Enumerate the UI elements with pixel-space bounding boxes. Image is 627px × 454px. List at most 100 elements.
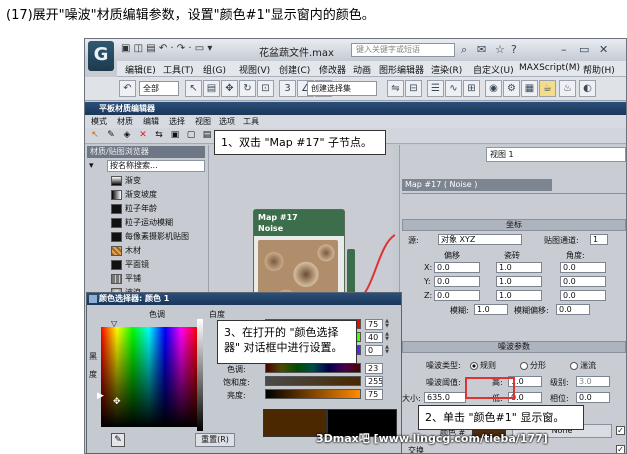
angle-z-input[interactable]: 0.0 xyxy=(560,290,606,301)
hue-input[interactable]: 23 xyxy=(365,363,383,374)
blue-spinner-icon[interactable]: ▲ ▼ xyxy=(384,345,390,356)
app-logo[interactable]: G xyxy=(88,41,114,71)
offset-y-input[interactable]: 0.0 xyxy=(434,276,480,287)
source-dropdown[interactable]: 对象 XYZ xyxy=(438,234,522,245)
coordinates-rollout-header[interactable]: 坐标 xyxy=(402,219,626,231)
noise-type-fractal[interactable]: 分形 xyxy=(520,360,546,371)
color2-map-checkbox[interactable]: ✓ xyxy=(616,445,625,453)
sme-menu-utilities[interactable]: 工具 xyxy=(243,116,259,127)
map-name-field[interactable]: Map #17 ( Noise ) xyxy=(402,179,552,191)
color1-map-checkbox[interactable]: ✓ xyxy=(616,426,625,435)
layout-icon[interactable]: ▤ xyxy=(201,129,213,142)
minimize-icon[interactable]: – xyxy=(561,43,567,56)
noise-params-rollout-header[interactable]: 噪波参数 xyxy=(402,341,626,353)
map-item-particle-mblur[interactable]: 粒子运动模糊 xyxy=(111,217,173,229)
schematic-view-icon[interactable]: ⊞ xyxy=(463,80,480,97)
show-map-icon[interactable]: ▢ xyxy=(185,129,197,142)
render-setup-icon[interactable]: ⚙ xyxy=(503,80,520,97)
snap-toggle-icon[interactable]: 3 xyxy=(279,80,296,97)
blur-offset-input[interactable]: 0.0 xyxy=(556,304,590,315)
value-input[interactable]: 75 xyxy=(365,389,383,400)
align-icon[interactable]: ⊟ xyxy=(405,80,422,97)
tiling-y-input[interactable]: 1.0 xyxy=(496,276,542,287)
reset-button[interactable]: 重置(R) xyxy=(195,433,235,447)
browser-search-input[interactable]: 按名称搜索... xyxy=(107,160,205,172)
offset-x-input[interactable]: 0.0 xyxy=(434,262,480,273)
menu-customize[interactable]: 自定义(U) xyxy=(473,63,514,76)
active-shade-icon[interactable]: ◐ xyxy=(579,80,596,97)
map-channel-input[interactable]: 1 xyxy=(590,234,608,245)
move-icon[interactable]: ✥ xyxy=(221,80,238,97)
tiling-x-input[interactable]: 1.0 xyxy=(496,262,542,273)
selection-filter-dropdown[interactable]: 全部 xyxy=(139,81,179,96)
scale-icon[interactable]: ⊡ xyxy=(257,80,274,97)
phase-input[interactable]: 0.0 xyxy=(576,392,610,403)
blur-input[interactable]: 1.0 xyxy=(474,304,508,315)
view-dropdown[interactable]: 视图 1 xyxy=(486,147,626,162)
mirror-icon[interactable]: ⇋ xyxy=(387,80,404,97)
sme-menu-select[interactable]: 选择 xyxy=(169,116,185,127)
named-selection-set-dropdown[interactable]: 创建选择集 xyxy=(307,81,377,96)
hue-bar[interactable] xyxy=(265,363,361,373)
help-icon[interactable]: ? xyxy=(511,43,517,56)
menu-group[interactable]: 组(G) xyxy=(203,63,226,76)
hue-saturation-field[interactable] xyxy=(101,327,197,427)
map-item-gradient[interactable]: 渐变 xyxy=(111,175,141,187)
map-item-camera-map[interactable]: 每像素摄影机贴图 xyxy=(111,231,189,243)
rotate-icon[interactable]: ↻ xyxy=(239,80,256,97)
whiteness-bar[interactable] xyxy=(197,319,203,431)
delete-icon[interactable]: ✕ xyxy=(137,129,149,142)
swap-button[interactable]: 交换 xyxy=(408,445,424,453)
size-input[interactable]: 635.0 xyxy=(424,392,466,403)
move-children-icon[interactable]: ⇆ xyxy=(153,129,165,142)
menu-rendering[interactable]: 渲染(R) xyxy=(431,63,462,76)
angle-x-input[interactable]: 0.0 xyxy=(560,262,606,273)
sme-menu-edit[interactable]: 编辑 xyxy=(143,116,159,127)
curve-editor-icon[interactable]: ∿ xyxy=(445,80,462,97)
tiling-z-input[interactable]: 1.0 xyxy=(496,290,542,301)
select-object-icon[interactable]: ↖ xyxy=(185,80,202,97)
communication-icon[interactable]: ✉ xyxy=(477,43,486,56)
green-spinner-icon[interactable]: ▲ ▼ xyxy=(384,332,390,343)
levels-input[interactable]: 3.0 xyxy=(576,376,610,387)
sme-menu-view[interactable]: 视图 xyxy=(195,116,211,127)
pick-material-icon[interactable]: ↖ xyxy=(89,129,101,142)
help-search-input[interactable]: 键入关键字或短语 xyxy=(351,43,455,57)
hide-unused-icon[interactable]: ▣ xyxy=(169,129,181,142)
eyedropper-icon[interactable]: ✎ xyxy=(111,433,125,447)
map-item-wood[interactable]: 木材 xyxy=(111,245,141,257)
value-bar[interactable] xyxy=(265,389,361,399)
menu-maxscript[interactable]: MAXScript(M) xyxy=(519,63,580,73)
red-spinner-icon[interactable]: ▲ ▼ xyxy=(384,319,390,330)
layer-manager-icon[interactable]: ☰ xyxy=(427,80,444,97)
search-icon[interactable]: ⌕ xyxy=(461,43,467,57)
noise-type-regular[interactable]: 规则 xyxy=(470,360,496,371)
sme-menu-modes[interactable]: 模式 xyxy=(91,116,107,127)
eyedropper-icon[interactable]: ✎ xyxy=(105,129,117,142)
menu-modifiers[interactable]: 修改器 xyxy=(319,63,346,76)
menu-help[interactable]: 帮助(H) xyxy=(583,63,615,76)
offset-z-input[interactable]: 0.0 xyxy=(434,290,480,301)
map-item-gradient-ramp[interactable]: 渐变坡度 xyxy=(111,189,157,201)
saturation-bar[interactable] xyxy=(265,376,361,386)
render-frame-icon[interactable]: ▦ xyxy=(521,80,538,97)
menu-tools[interactable]: 工具(T) xyxy=(163,63,194,76)
material-editor-icon[interactable]: ◉ xyxy=(485,80,502,97)
star-icon[interactable]: ☆ xyxy=(495,43,505,56)
sme-menu-options[interactable]: 选项 xyxy=(219,116,235,127)
sme-menu-material[interactable]: 材质 xyxy=(117,116,133,127)
angle-y-input[interactable]: 0.0 xyxy=(560,276,606,287)
menu-create[interactable]: 创建(C) xyxy=(279,63,310,76)
map-item-tiles[interactable]: 平铺 xyxy=(111,273,141,285)
teapot-icon[interactable]: ♨ xyxy=(559,80,576,97)
green-input[interactable]: 40 xyxy=(365,332,383,343)
red-input[interactable]: 75 xyxy=(365,319,383,330)
map-item-particle-age[interactable]: 粒子年龄 xyxy=(111,203,157,215)
menu-animation[interactable]: 动画 xyxy=(353,63,371,76)
map-item-flat-mirror[interactable]: 平面镜 xyxy=(111,259,149,271)
undo-icon[interactable]: ↶ xyxy=(119,80,136,97)
saturation-input[interactable]: 255 xyxy=(365,376,383,387)
menu-edit[interactable]: 编辑(E) xyxy=(125,63,156,76)
maximize-icon[interactable]: ▭ xyxy=(579,43,589,56)
close-icon[interactable]: ✕ xyxy=(599,43,608,56)
